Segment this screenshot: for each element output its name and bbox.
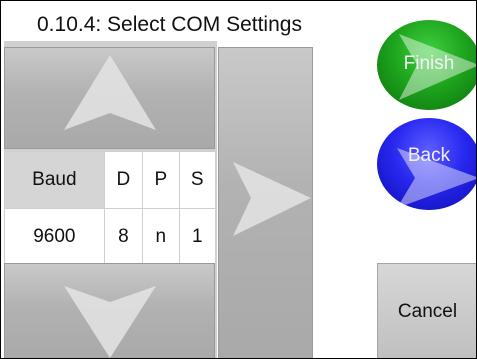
value-data-bits[interactable]: 8 [103,208,144,266]
finish-button[interactable]: Finish [377,20,476,110]
back-label: Back [407,145,451,166]
header-baud[interactable]: Baud [4,151,105,209]
value-stop-bits[interactable]: 1 [178,208,217,266]
cancel-label: Cancel [397,301,458,322]
cancel-button[interactable]: Cancel [377,263,476,358]
scroll-up-button[interactable] [4,47,215,149]
finish-label: Finish [403,53,455,74]
next-field-button[interactable] [218,47,313,358]
value-baud[interactable]: 9600 [4,208,105,266]
down-arrow-icon [64,286,156,358]
up-arrow-icon [64,55,156,130]
header-stop-bits[interactable]: S [178,151,217,209]
page-title: 0.10.4: Select COM Settings [37,13,302,36]
value-parity[interactable]: n [142,208,180,266]
table-header-row: Baud D P S [4,151,217,209]
header-parity[interactable]: P [142,151,180,209]
back-button[interactable]: Back [377,118,476,210]
scroll-down-button[interactable] [4,263,215,358]
com-settings-screen: 0.10.4: Select COM Settings Baud D P S 9… [0,0,477,359]
com-settings-table: Baud D P S 9600 8 n 1 [4,151,217,266]
header-data-bits[interactable]: D [103,151,144,209]
table-value-row: 9600 8 n 1 [4,208,217,266]
right-arrow-icon [233,162,311,236]
